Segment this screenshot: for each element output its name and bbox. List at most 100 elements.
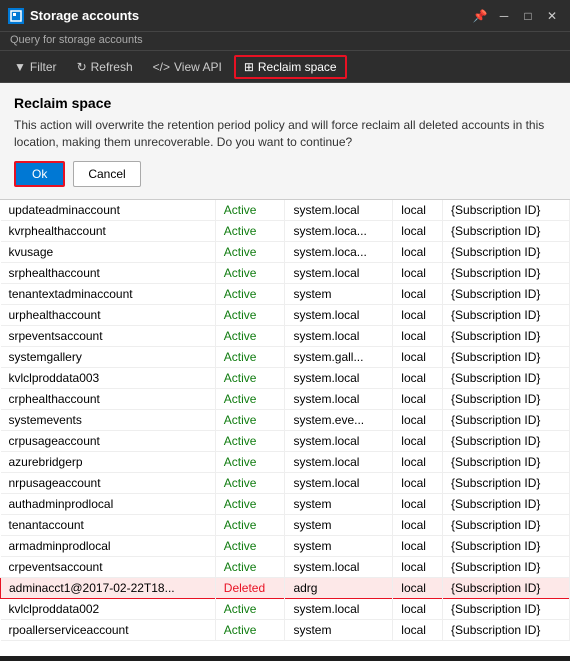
cell-status: Active — [215, 304, 285, 325]
cell-location: local — [393, 619, 443, 640]
cell-status: Active — [215, 325, 285, 346]
table-row[interactable]: adminacct1@2017-02-22T18... Deleted adrg… — [1, 577, 570, 598]
cell-endpoint: system — [285, 514, 393, 535]
window-controls: 📌 ─ □ ✕ — [470, 6, 562, 26]
view-api-label: View API — [174, 60, 222, 74]
view-api-button[interactable]: </> View API — [145, 57, 230, 77]
refresh-label: Refresh — [91, 60, 133, 74]
cell-name: urphealthaccount — [1, 304, 216, 325]
cell-endpoint: system — [285, 283, 393, 304]
reclaim-space-button[interactable]: ⊞ Reclaim space — [234, 55, 347, 79]
cell-subscription: {Subscription ID} — [443, 409, 570, 430]
table-row[interactable]: tenantaccount Active system local {Subsc… — [1, 514, 570, 535]
cell-subscription: {Subscription ID} — [443, 262, 570, 283]
cell-subscription: {Subscription ID} — [443, 472, 570, 493]
maximize-button[interactable]: □ — [518, 6, 538, 26]
table-row[interactable]: systemgallery Active system.gall... loca… — [1, 346, 570, 367]
ok-button[interactable]: Ok — [14, 161, 65, 187]
cell-status: Active — [215, 388, 285, 409]
table-row[interactable]: systemevents Active system.eve... local … — [1, 409, 570, 430]
table-row[interactable]: crphealthaccount Active system.local loc… — [1, 388, 570, 409]
cell-status: Active — [215, 367, 285, 388]
cell-status: Active — [215, 409, 285, 430]
cell-endpoint: system — [285, 535, 393, 556]
cell-status: Active — [215, 241, 285, 262]
cell-endpoint: system.local — [285, 304, 393, 325]
table-row[interactable]: kvlclproddata003 Active system.local loc… — [1, 367, 570, 388]
cell-subscription: {Subscription ID} — [443, 283, 570, 304]
table-row[interactable]: authadminprodlocal Active system local {… — [1, 493, 570, 514]
cell-location: local — [393, 346, 443, 367]
cell-endpoint: system.local — [285, 451, 393, 472]
table-row[interactable]: updateadminaccount Active system.local l… — [1, 200, 570, 221]
cell-status: Active — [215, 220, 285, 241]
cell-name: srpeventsaccount — [1, 325, 216, 346]
dialog-text: This action will overwrite the retention… — [14, 117, 556, 151]
cell-endpoint: system.local — [285, 556, 393, 577]
table-row[interactable]: kvusage Active system.loca... local {Sub… — [1, 241, 570, 262]
toolbar: ▼ Filter ↻ Refresh </> View API ⊞ Reclai… — [0, 51, 570, 83]
cell-location: local — [393, 200, 443, 221]
cell-location: local — [393, 451, 443, 472]
table-row[interactable]: kvrphealthaccount Active system.loca... … — [1, 220, 570, 241]
pin-button[interactable]: 📌 — [470, 6, 490, 26]
refresh-button[interactable]: ↻ Refresh — [69, 57, 141, 77]
cell-status: Deleted — [215, 577, 285, 598]
close-button[interactable]: ✕ — [542, 6, 562, 26]
minimize-button[interactable]: ─ — [494, 6, 514, 26]
cell-location: local — [393, 598, 443, 619]
cell-location: local — [393, 262, 443, 283]
main-content: Reclaim space This action will overwrite… — [0, 83, 570, 656]
cell-location: local — [393, 220, 443, 241]
cell-subscription: {Subscription ID} — [443, 220, 570, 241]
dialog-title: Reclaim space — [14, 95, 556, 111]
cell-endpoint: system.local — [285, 200, 393, 221]
table-row[interactable]: armadminprodlocal Active system local {S… — [1, 535, 570, 556]
cell-location: local — [393, 493, 443, 514]
cell-name: srphealthaccount — [1, 262, 216, 283]
table-row[interactable]: azurebridgerp Active system.local local … — [1, 451, 570, 472]
cell-endpoint: system.loca... — [285, 241, 393, 262]
cell-subscription: {Subscription ID} — [443, 304, 570, 325]
filter-label: Filter — [30, 60, 57, 74]
cell-name: nrpusageaccount — [1, 472, 216, 493]
cell-subscription: {Subscription ID} — [443, 367, 570, 388]
table-row[interactable]: crpusageaccount Active system.local loca… — [1, 430, 570, 451]
cell-subscription: {Subscription ID} — [443, 346, 570, 367]
cell-location: local — [393, 304, 443, 325]
table-row[interactable]: rpoallerserviceaccount Active system loc… — [1, 619, 570, 640]
cell-name: adminacct1@2017-02-22T18... — [1, 577, 216, 598]
cell-location: local — [393, 535, 443, 556]
table-row[interactable]: srphealthaccount Active system.local loc… — [1, 262, 570, 283]
cell-endpoint: system — [285, 619, 393, 640]
cell-name: rpoallerserviceaccount — [1, 619, 216, 640]
table-row[interactable]: urphealthaccount Active system.local loc… — [1, 304, 570, 325]
cell-status: Active — [215, 472, 285, 493]
table-row[interactable]: nrpusageaccount Active system.local loca… — [1, 472, 570, 493]
cell-endpoint: system.local — [285, 367, 393, 388]
cell-status: Active — [215, 514, 285, 535]
cell-name: tenantextadminaccount — [1, 283, 216, 304]
cell-endpoint: adrg — [285, 577, 393, 598]
reclaim-icon: ⊞ — [244, 60, 254, 74]
cell-name: authadminprodlocal — [1, 493, 216, 514]
cell-subscription: {Subscription ID} — [443, 514, 570, 535]
table-row[interactable]: kvlclproddata002 Active system.local loc… — [1, 598, 570, 619]
cell-endpoint: system.local — [285, 388, 393, 409]
table-row[interactable]: crpeventsaccount Active system.local loc… — [1, 556, 570, 577]
cell-status: Active — [215, 200, 285, 221]
cancel-button[interactable]: Cancel — [73, 161, 140, 187]
table-row[interactable]: srpeventsaccount Active system.local loc… — [1, 325, 570, 346]
cell-status: Active — [215, 430, 285, 451]
cell-status: Active — [215, 262, 285, 283]
cell-status: Active — [215, 598, 285, 619]
cell-subscription: {Subscription ID} — [443, 430, 570, 451]
cell-status: Active — [215, 346, 285, 367]
cell-subscription: {Subscription ID} — [443, 493, 570, 514]
cell-name: systemevents — [1, 409, 216, 430]
cell-endpoint: system.gall... — [285, 346, 393, 367]
cell-name: tenantaccount — [1, 514, 216, 535]
filter-button[interactable]: ▼ Filter — [6, 57, 65, 77]
table-row[interactable]: tenantextadminaccount Active system loca… — [1, 283, 570, 304]
cell-name: kvrphealthaccount — [1, 220, 216, 241]
